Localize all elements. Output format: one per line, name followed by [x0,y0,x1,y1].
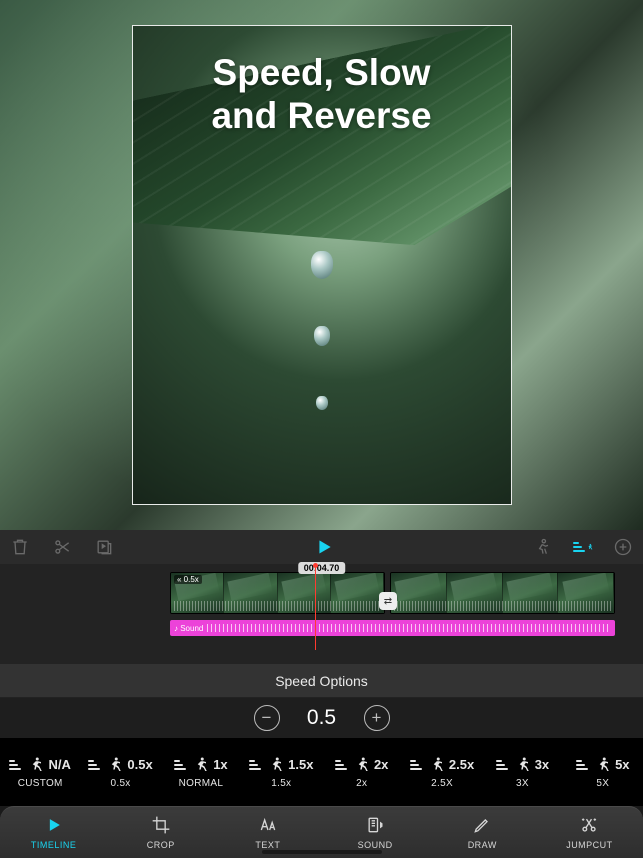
clip-waveform [174,601,381,611]
scissors-icon[interactable] [52,537,72,557]
bottom-tab-bar: TIMELINE CROP TEXT SOUND DRAW JUMPCUT [0,806,643,858]
play-icon [43,815,65,837]
tab-label: TEXT [255,840,280,850]
preset-mult: 5x [615,757,629,772]
runner-icon: 2.5x [410,756,474,774]
preset-mult: 2x [374,757,388,772]
video-track[interactable]: « 0.5x ⇄ [0,572,643,614]
transition-icon: ⇄ [384,596,392,607]
preview-area: Speed, Slow and Reverse [0,0,643,530]
tab-crop[interactable]: CROP [107,815,214,850]
tab-text[interactable]: TEXT [214,815,321,850]
preset-mult: 3x [535,757,549,772]
tab-jumpcut[interactable]: JUMPCUT [536,815,643,850]
sound-icon [364,815,386,837]
preset-normal[interactable]: 1x NORMAL [161,738,241,806]
video-clip[interactable] [390,572,615,614]
preset-2-5x[interactable]: 2.5x 2.5X [402,738,482,806]
tab-label: TIMELINE [31,840,77,850]
add-icon[interactable] [613,537,633,557]
audio-clip-label: ♪ Sound [170,624,203,633]
timeline[interactable]: « 0.5x ⇄ ♪ Sound [0,564,643,664]
preset-label: 0.5x [111,778,131,789]
speed-value[interactable]: 0.5 [298,706,346,730]
tab-label: CROP [147,840,175,850]
preset-label: NORMAL [179,778,224,789]
speed-runner-icon[interactable] [573,537,593,557]
preview-frame[interactable]: Speed, Slow and Reverse [132,25,512,505]
preset-custom[interactable]: N/A CUSTOM [0,738,80,806]
audio-waveform [207,624,611,632]
panel-title: Speed Options [0,664,643,698]
overlay-title-line2: and Reverse [211,95,431,136]
preset-mult: 1.5x [288,757,313,772]
speed-stepper: − 0.5 + [0,698,643,738]
preset-label: 5X [596,778,609,789]
runner-icon: 1x [174,756,227,774]
runner-icon: N/A [9,756,70,774]
trash-icon[interactable] [10,537,30,557]
preset-label: CUSTOM [18,778,63,789]
draw-icon [471,815,493,837]
clip-waveform [394,601,611,611]
person-motion-icon[interactable] [533,537,553,557]
preset-mult: 0.5x [127,757,152,772]
audio-clip[interactable]: ♪ Sound [170,620,615,636]
text-icon [257,815,279,837]
runner-icon: 0.5x [88,756,152,774]
tab-draw[interactable]: DRAW [429,815,536,850]
preset-3x[interactable]: 3x 3X [482,738,562,806]
tab-sound[interactable]: SOUND [322,815,429,850]
speed-presets: N/A CUSTOM 0.5x 0.5x 1x NORMAL 1 [0,738,643,806]
transition-button[interactable]: ⇄ [379,592,397,610]
preset-label: 2.5X [431,778,453,789]
preset-mult: 2.5x [449,757,474,772]
water-drop-icon [311,251,333,279]
video-clip[interactable]: « 0.5x [170,572,385,614]
duplicate-clip-icon[interactable] [94,537,114,557]
preset-mult: 1x [213,757,227,772]
overlay-title-line1: Speed, Slow [213,52,431,93]
preset-5x[interactable]: 5x 5X [563,738,643,806]
runner-icon: 2x [335,756,388,774]
preset-label: 2x [356,778,367,789]
preset-2x[interactable]: 2x 2x [322,738,402,806]
tab-label: JUMPCUT [566,840,613,850]
clip-toolbar [0,530,643,564]
runner-icon: 3x [496,756,549,774]
play-icon[interactable] [314,537,334,557]
tab-label: SOUND [358,840,393,850]
crop-icon [150,815,172,837]
playhead[interactable] [315,564,316,650]
preset-1-5x[interactable]: 1.5x 1.5x [241,738,321,806]
water-drop-icon [314,326,330,346]
home-indicator[interactable] [262,850,382,854]
tab-label: DRAW [468,840,497,850]
preset-0-5x[interactable]: 0.5x 0.5x [80,738,160,806]
clip-speed-badge: « 0.5x [174,575,202,584]
water-drop-icon [316,396,328,410]
increase-speed-button[interactable]: + [364,705,390,731]
preset-label: 3X [516,778,529,789]
tab-timeline[interactable]: TIMELINE [0,815,107,850]
preset-label: 1.5x [271,778,291,789]
runner-icon: 1.5x [249,756,313,774]
jumpcut-icon [578,815,600,837]
overlay-title: Speed, Slow and Reverse [211,52,431,137]
preset-mult: N/A [48,757,70,772]
timecode-badge: 00:04.70 [298,562,346,574]
runner-icon: 5x [576,756,629,774]
decrease-speed-button[interactable]: − [254,705,280,731]
